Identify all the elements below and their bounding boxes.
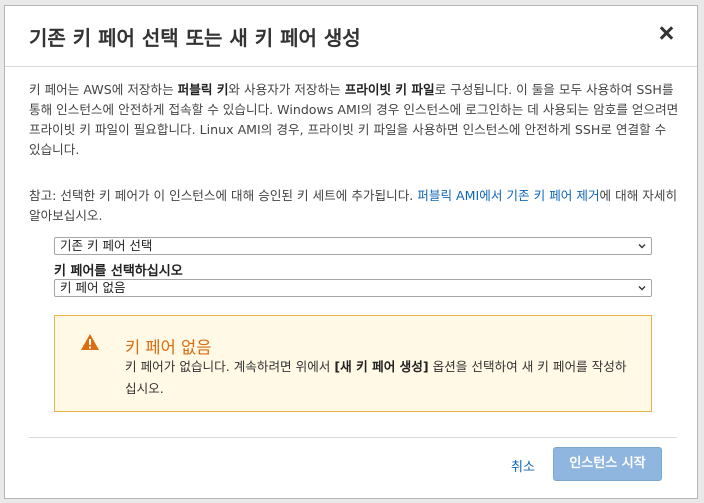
key-pair-option-value: 기존 키 페어 선택 [60, 238, 153, 253]
intro-text: 키 페어는 AWS에 저장하는 퍼블릭 키와 사용자가 저장하는 프라이빗 키 … [29, 80, 679, 160]
launch-instance-button[interactable]: 인스턴스 시작 [553, 447, 662, 481]
key-pair-option-select[interactable]: 기존 키 페어 선택 [54, 237, 652, 255]
alert-part: 키 페어가 없습니다. 계속하려면 위에서 [125, 359, 335, 374]
key-pair-dialog: 기존 키 페어 선택 또는 새 키 페어 생성 키 페어는 AWS에 저장하는 … [4, 5, 698, 499]
alert-body: 키 페어가 없습니다. 계속하려면 위에서 [새 키 페어 생성] 옵션을 선택… [125, 356, 635, 400]
note-part: 참고: 선택한 키 페어가 이 인스턴스에 대해 승인된 키 세트에 추가됩니다… [29, 188, 418, 203]
intro-private-key-file: 프라이빗 키 파일 [344, 82, 435, 97]
intro-part: 키 페어는 AWS에 저장하는 [29, 82, 178, 97]
chevron-down-icon [638, 286, 646, 291]
no-key-pair-alert: 키 페어 없음 키 페어가 없습니다. 계속하려면 위에서 [새 키 페어 생성… [54, 315, 652, 412]
note-text: 참고: 선택한 키 페어가 이 인스턴스에 대해 승인된 키 세트에 추가됩니다… [29, 186, 679, 226]
cancel-button[interactable]: 취소 [511, 456, 535, 475]
alert-create-option: [새 키 페어 생성] [334, 359, 429, 374]
footer-divider [29, 437, 677, 438]
chevron-down-icon [638, 244, 646, 249]
dialog-title: 기존 키 페어 선택 또는 새 키 페어 생성 [29, 26, 361, 50]
remove-key-pair-link[interactable]: 퍼블릭 AMI에서 기존 키 페어 제거 [417, 188, 599, 203]
intro-part: 와 사용자가 저장하는 [228, 82, 345, 97]
intro-public-key: 퍼블릭 키 [177, 82, 229, 97]
warning-icon [81, 334, 99, 350]
key-pair-select[interactable]: 키 페어 없음 [54, 279, 652, 297]
key-pair-select-label: 키 페어를 선택하십시오 [54, 264, 183, 279]
dialog-header: 기존 키 페어 선택 또는 새 키 페어 생성 [5, 6, 697, 67]
alert-title: 키 페어 없음 [125, 338, 212, 357]
close-icon[interactable] [653, 20, 679, 46]
key-pair-select-value: 키 페어 없음 [60, 280, 126, 295]
